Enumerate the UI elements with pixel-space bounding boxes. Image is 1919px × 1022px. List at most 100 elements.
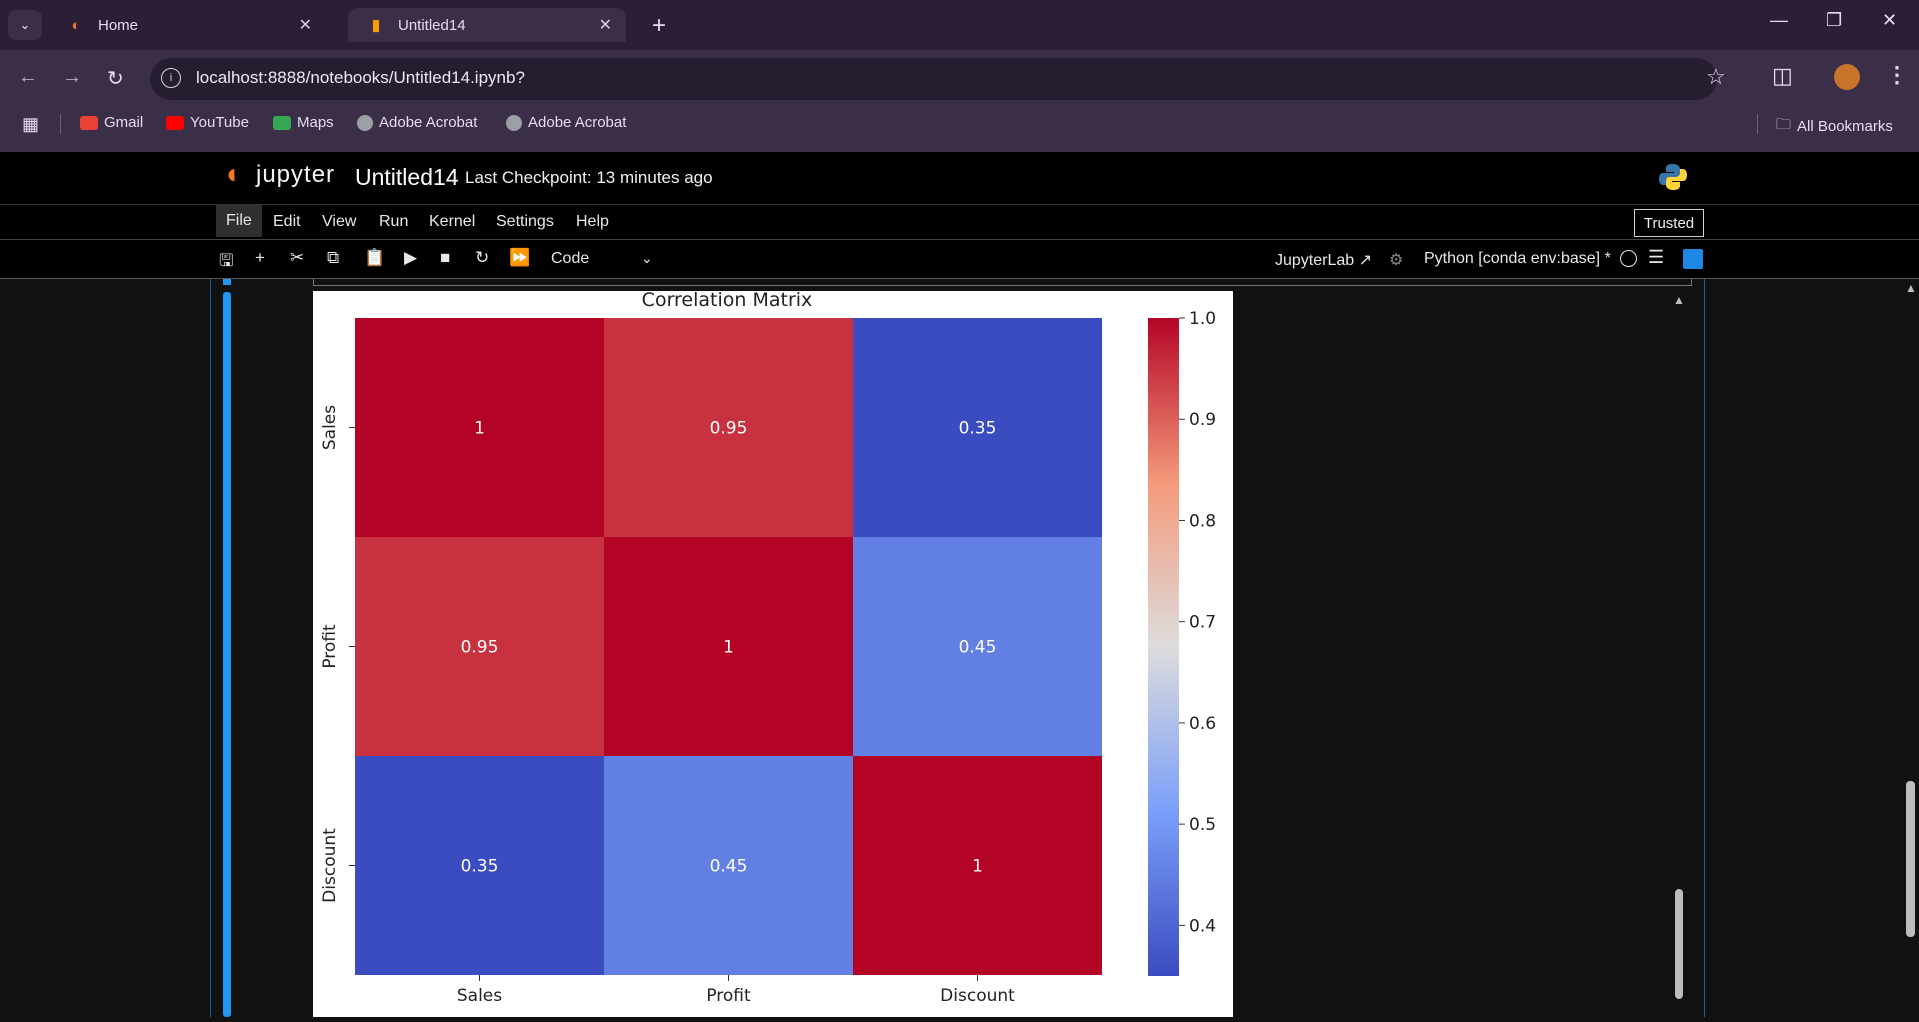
cut-icon[interactable]: ✂	[290, 248, 304, 268]
copy-icon[interactable]: ⧉	[327, 248, 339, 268]
menu-view[interactable]: View	[322, 213, 356, 231]
bookmark-star-icon[interactable]: ☆	[1706, 64, 1726, 90]
url-text[interactable]: localhost:8888/notebooks/Untitled14.ipyn…	[196, 68, 525, 88]
colorbar-tick-label: 0.6	[1189, 714, 1216, 734]
cell-annotation: 0.45	[959, 638, 997, 658]
tab-home[interactable]: ◐ Home ✕	[48, 8, 326, 42]
output-collapser[interactable]	[223, 292, 231, 1017]
scrollbar-thumb[interactable]	[1675, 889, 1683, 999]
menu-run[interactable]: Run	[379, 213, 408, 231]
notebook-icon: ▮	[371, 17, 381, 34]
notebook-title[interactable]: Untitled14	[355, 164, 459, 191]
y-tick-label: Profit	[320, 624, 340, 669]
forward-icon[interactable]: →	[62, 66, 82, 89]
bookmark-label: Maps	[297, 114, 334, 131]
colorbar	[1148, 318, 1179, 976]
bookmark-label: Adobe Acrobat	[528, 114, 627, 131]
cell-annotation: 0.35	[461, 857, 499, 877]
jupyterlab-link-label: JupyterLab	[1275, 252, 1355, 269]
folder-icon: 🗀	[1776, 116, 1792, 133]
menu-help[interactable]: Help	[576, 213, 609, 231]
x-tick-label: Profit	[706, 986, 751, 1006]
chevron-down-icon: ⌄	[19, 17, 31, 32]
y-tick-label: Sales	[320, 405, 340, 450]
all-bookmarks[interactable]: 🗀 All Bookmarks	[1776, 114, 1893, 139]
menu-edit[interactable]: Edit	[273, 213, 301, 231]
cell-annotation: 1	[723, 638, 734, 658]
x-tick-label: Sales	[457, 986, 502, 1006]
apps-grid-icon[interactable]: ▦	[22, 114, 39, 135]
youtube-icon	[166, 115, 184, 130]
colorbar-tick-label: 0.5	[1189, 815, 1216, 835]
cell-annotation: 1	[972, 857, 983, 877]
divider	[60, 114, 61, 134]
new-tab-icon[interactable]: +	[652, 12, 666, 40]
trusted-indicator[interactable]: Trusted	[1634, 209, 1704, 237]
globe-icon	[357, 114, 373, 131]
colorbar-tick-label: 0.4	[1189, 916, 1216, 936]
figure-output: Correlation Matrix 1 0.95 0.35 0.95 1 0.45 0.3…	[313, 289, 1233, 1017]
tab-label: Home	[98, 16, 139, 34]
reload-icon[interactable]: ↻	[107, 66, 124, 91]
page-scrollbar[interactable]: ▲	[1902, 279, 1919, 1017]
menu-file[interactable]: File	[216, 205, 262, 237]
property-inspector-icon[interactable]	[1683, 249, 1703, 269]
jupyter-logo-text[interactable]: jupyter	[256, 161, 335, 189]
cell-collapser[interactable]	[223, 279, 231, 285]
chart-title: Correlation Matrix	[642, 291, 813, 311]
tab-search-button[interactable]: ⌄	[8, 10, 42, 40]
bookmark-maps[interactable]: Maps	[273, 114, 334, 131]
bookmark-adobe-acrobat[interactable]: Adobe Acrobat	[357, 114, 477, 131]
stop-icon[interactable]: ■	[440, 248, 450, 268]
scrollbar-thumb[interactable]	[1906, 781, 1915, 937]
kernel-status-icon	[1620, 250, 1637, 267]
kernel-name[interactable]: Python [conda env:base] *	[1424, 250, 1611, 268]
cell-type-select[interactable]: Code	[551, 250, 589, 268]
bookmark-label: Gmail	[104, 114, 144, 131]
scroll-up-icon[interactable]: ▲	[1905, 281, 1917, 295]
site-info-icon[interactable]: i	[161, 68, 181, 88]
checkpoint-status: Last Checkpoint: 13 minutes ago	[465, 168, 713, 187]
back-icon[interactable]: ←	[18, 66, 38, 89]
fast-forward-icon[interactable]: ⏩	[509, 248, 530, 268]
bookmark-youtube[interactable]: YouTube	[166, 114, 249, 131]
chevron-down-icon[interactable]: ⌄	[641, 250, 653, 267]
paste-icon[interactable]: 📋	[364, 248, 385, 268]
jupyterlab-link[interactable]: JupyterLab ↗	[1275, 250, 1372, 270]
bookmark-gmail[interactable]: Gmail	[80, 114, 143, 131]
globe-icon	[506, 114, 522, 131]
run-icon[interactable]: ▶	[404, 248, 417, 268]
tab-label: Untitled14	[398, 16, 466, 34]
gmail-icon	[80, 115, 98, 130]
close-icon[interactable]: ✕	[599, 15, 612, 35]
add-cell-icon[interactable]: +	[255, 248, 265, 268]
scroll-up-icon[interactable]: ▲	[1673, 293, 1685, 307]
cell-annotation: 1	[474, 419, 485, 439]
jupyter-logo-icon[interactable]: ◐	[226, 158, 243, 190]
cell-annotation: 0.35	[959, 419, 997, 439]
colorbar-tick-label: 1.0	[1189, 309, 1216, 329]
save-icon[interactable]: 🖫	[219, 248, 233, 277]
menu-kernel[interactable]: Kernel	[429, 213, 475, 231]
bookmark-adobe-acrobat-2[interactable]: Adobe Acrobat	[506, 114, 626, 131]
extensions-icon[interactable]: ◫	[1772, 63, 1793, 89]
close-icon[interactable]: ✕	[299, 15, 312, 35]
maps-icon	[273, 115, 291, 130]
menu-settings[interactable]: Settings	[496, 213, 554, 231]
colorbar-tick-label: 0.9	[1189, 410, 1216, 430]
restore-icon[interactable]: ❐	[1826, 10, 1842, 31]
python-logo-icon	[1659, 164, 1687, 190]
debugger-icon[interactable]: ⚙	[1389, 250, 1403, 270]
minimize-icon[interactable]: —	[1770, 10, 1788, 31]
restart-icon[interactable]: ↻	[475, 248, 489, 268]
correlation-heatmap: Correlation Matrix 1 0.95 0.35 0.95 1 0.45 0.3…	[320, 289, 1216, 1006]
x-tick-label: Discount	[940, 986, 1015, 1006]
tab-untitled14[interactable]: ▮ Untitled14 ✕	[348, 8, 626, 42]
y-tick-label: Discount	[320, 828, 340, 903]
toc-icon[interactable]: ☰	[1648, 247, 1664, 268]
external-link-icon: ↗	[1358, 252, 1373, 269]
output-scrollbar[interactable]: ▲	[1672, 293, 1686, 1017]
window-close-icon[interactable]: ✕	[1882, 10, 1897, 31]
more-menu-icon[interactable]: ⋮	[1886, 62, 1908, 88]
avatar[interactable]	[1834, 64, 1860, 90]
